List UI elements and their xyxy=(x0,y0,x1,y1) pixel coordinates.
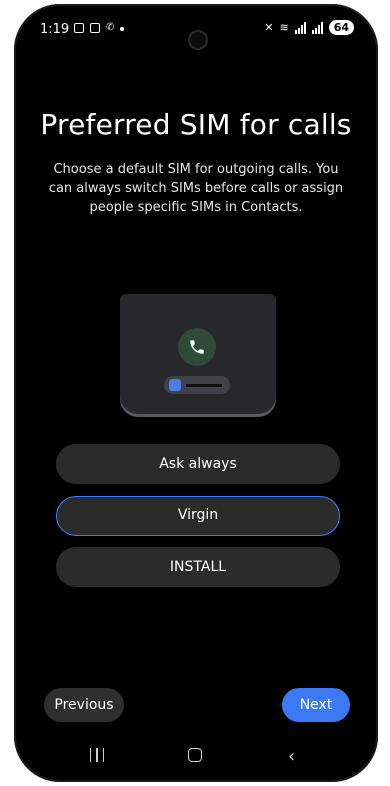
status-left-icons: ✆ xyxy=(74,22,125,33)
option-ask-always[interactable]: Ask always xyxy=(56,444,340,484)
status-right-icons: ✕ ≋ 64 xyxy=(264,20,354,35)
option-install[interactable]: INSTALL xyxy=(56,547,340,587)
dot-icon xyxy=(120,26,125,31)
status-time: 1:19 xyxy=(40,22,70,37)
sim-card-icon xyxy=(169,379,181,391)
camera-notch xyxy=(188,30,208,50)
sim-illustration xyxy=(120,294,276,420)
battery-icon: 64 xyxy=(328,20,354,35)
option-virgin[interactable]: Virgin xyxy=(56,496,340,536)
sim-label-bar xyxy=(186,384,222,387)
signal-icon xyxy=(294,21,306,34)
gallery-icon xyxy=(90,22,100,33)
next-button[interactable]: Next xyxy=(282,688,350,722)
wifi-icon: ≋ xyxy=(279,21,289,34)
home-icon[interactable] xyxy=(188,748,202,762)
navigation-bar: ‹ xyxy=(22,740,370,774)
page-title: Preferred SIM for calls xyxy=(40,108,352,141)
signal-icon xyxy=(311,21,323,34)
status-bar: 1:19 ✆ ✕ ≋ 64 xyxy=(22,12,370,50)
screen: 1:19 ✆ ✕ ≋ 64 Preferred SIM for calls Ch… xyxy=(22,12,370,774)
previous-button[interactable]: Previous xyxy=(44,688,124,722)
phone-handset-icon xyxy=(190,340,204,354)
page-description: Choose a default SIM for outgoing calls.… xyxy=(48,162,344,215)
mute-icon: ✕ xyxy=(264,21,274,34)
back-icon[interactable]: ‹ xyxy=(288,746,295,767)
recents-icon[interactable] xyxy=(90,748,104,762)
screenshot-icon xyxy=(74,22,84,33)
call-icon: ✆ xyxy=(106,22,115,33)
phone-call-icon xyxy=(178,328,216,366)
